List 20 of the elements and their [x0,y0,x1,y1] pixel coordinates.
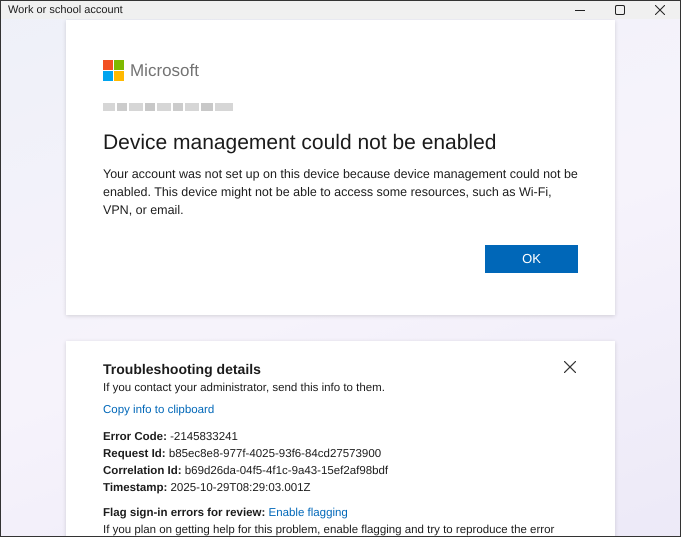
ok-button[interactable]: OK [485,244,578,273]
enable-flagging-link[interactable]: Enable flagging [268,507,348,519]
logo-text: Microsoft [130,60,199,82]
logo-icon [103,60,124,82]
dialog-heading: Device management could not be enabled [103,130,498,155]
dialog-message: Your account was not set up on this device because device management could not be enabled. This device might not be able to access some resources, such as Wi-Fi, VPN, or email. [103,166,578,219]
detail-line: Error Code: -2145833241 [103,430,239,445]
copy-link[interactable]: Copy info to clipboard [103,404,214,416]
close-button[interactable] [564,361,578,375]
flag-line: Flag sign-in errors for review: Enable flagging [103,506,349,521]
detail-line: Correlation Id: b69d26da-04f5-4f1c-9a43-15ef2af98bdf [103,464,390,479]
close-icon [564,361,576,373]
detail-line: Request Id: b85ec8e8-977f-4025-93f6-84cd27573900 [103,447,382,462]
window-title: Work or school account [8,2,124,18]
maximize-icon [615,5,625,15]
detail-line: Timestamp: 2025-10-29T08:29:03.001Z [103,481,312,496]
close-icon [655,5,665,15]
intro-text: If you contact your administrator, send this info to them. [103,381,386,396]
flag-description: If you plan on getting help for this problem, enable flagging and try to reproduce the error [103,523,556,536]
section-title: Troubleshooting details [103,360,261,379]
